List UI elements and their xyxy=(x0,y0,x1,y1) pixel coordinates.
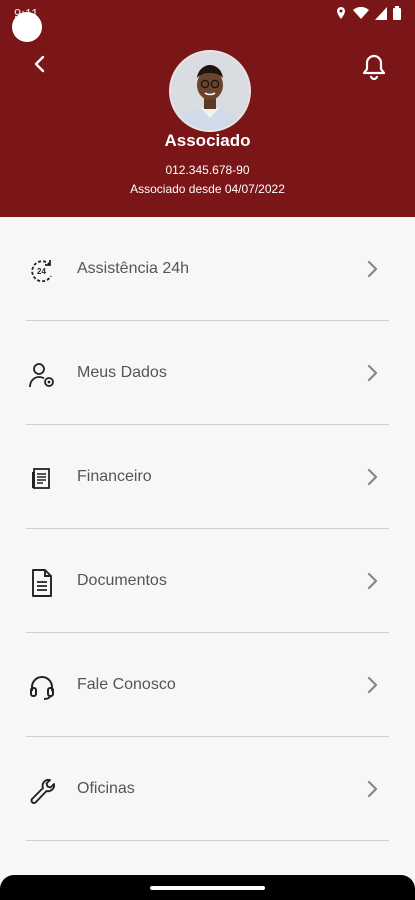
document-icon xyxy=(26,567,58,599)
battery-icon xyxy=(393,6,401,20)
clock-24h-icon: 24 xyxy=(26,255,58,287)
avatar-photo xyxy=(171,52,249,130)
menu-item-financeiro[interactable]: Financeiro xyxy=(0,425,415,529)
member-since: Associado desde 04/07/2022 xyxy=(130,182,285,196)
profile-name: Associado xyxy=(164,131,251,150)
system-nav-bar xyxy=(0,875,415,900)
back-button[interactable] xyxy=(28,52,52,76)
menu-item-documentos[interactable]: Documentos xyxy=(0,529,415,633)
notifications-button[interactable] xyxy=(360,52,388,82)
menu-item-label: Meus Dados xyxy=(77,364,167,381)
svg-text:24: 24 xyxy=(37,267,46,276)
menu-list: 24 Assistência 24h Meus Dados Financeiro… xyxy=(0,217,415,841)
menu-item-assistencia[interactable]: 24 Assistência 24h xyxy=(0,217,415,321)
profile-id-number: 012.345.678-90 xyxy=(165,163,250,177)
menu-item-label: Financeiro xyxy=(77,468,152,485)
avatar[interactable] xyxy=(169,50,251,132)
bell-icon xyxy=(362,54,386,81)
menu-item-label: Fale Conosco xyxy=(77,676,176,693)
wifi-icon xyxy=(353,6,369,19)
chevron-right-icon xyxy=(367,468,378,486)
headset-icon xyxy=(26,671,58,703)
back-arrow-icon xyxy=(34,55,45,73)
signal-icon xyxy=(375,6,387,20)
menu-item-meus-dados[interactable]: Meus Dados xyxy=(0,321,415,425)
divider xyxy=(26,840,389,841)
chevron-right-icon xyxy=(367,260,378,278)
status-icons xyxy=(335,6,401,20)
chevron-right-icon xyxy=(367,572,378,590)
menu-item-label: Assistência 24h xyxy=(77,260,190,277)
profile-header: 9:11 Associado 012.345.678-90 Associado … xyxy=(0,0,415,217)
receipt-icon xyxy=(26,463,58,495)
menu-item-fale-conosco[interactable]: Fale Conosco xyxy=(0,633,415,737)
location-icon xyxy=(337,7,345,19)
wrench-icon xyxy=(26,775,58,807)
home-indicator[interactable] xyxy=(150,886,265,890)
status-time: 9:11 xyxy=(14,6,39,21)
menu-item-label: Oficinas xyxy=(77,780,135,797)
chevron-right-icon xyxy=(367,676,378,694)
status-bar: 9:11 xyxy=(0,0,415,42)
menu-item-label: Documentos xyxy=(77,572,167,589)
chevron-right-icon xyxy=(367,780,378,798)
user-settings-icon xyxy=(26,359,58,391)
menu-item-oficinas[interactable]: Oficinas xyxy=(0,737,415,841)
chevron-right-icon xyxy=(367,364,378,382)
